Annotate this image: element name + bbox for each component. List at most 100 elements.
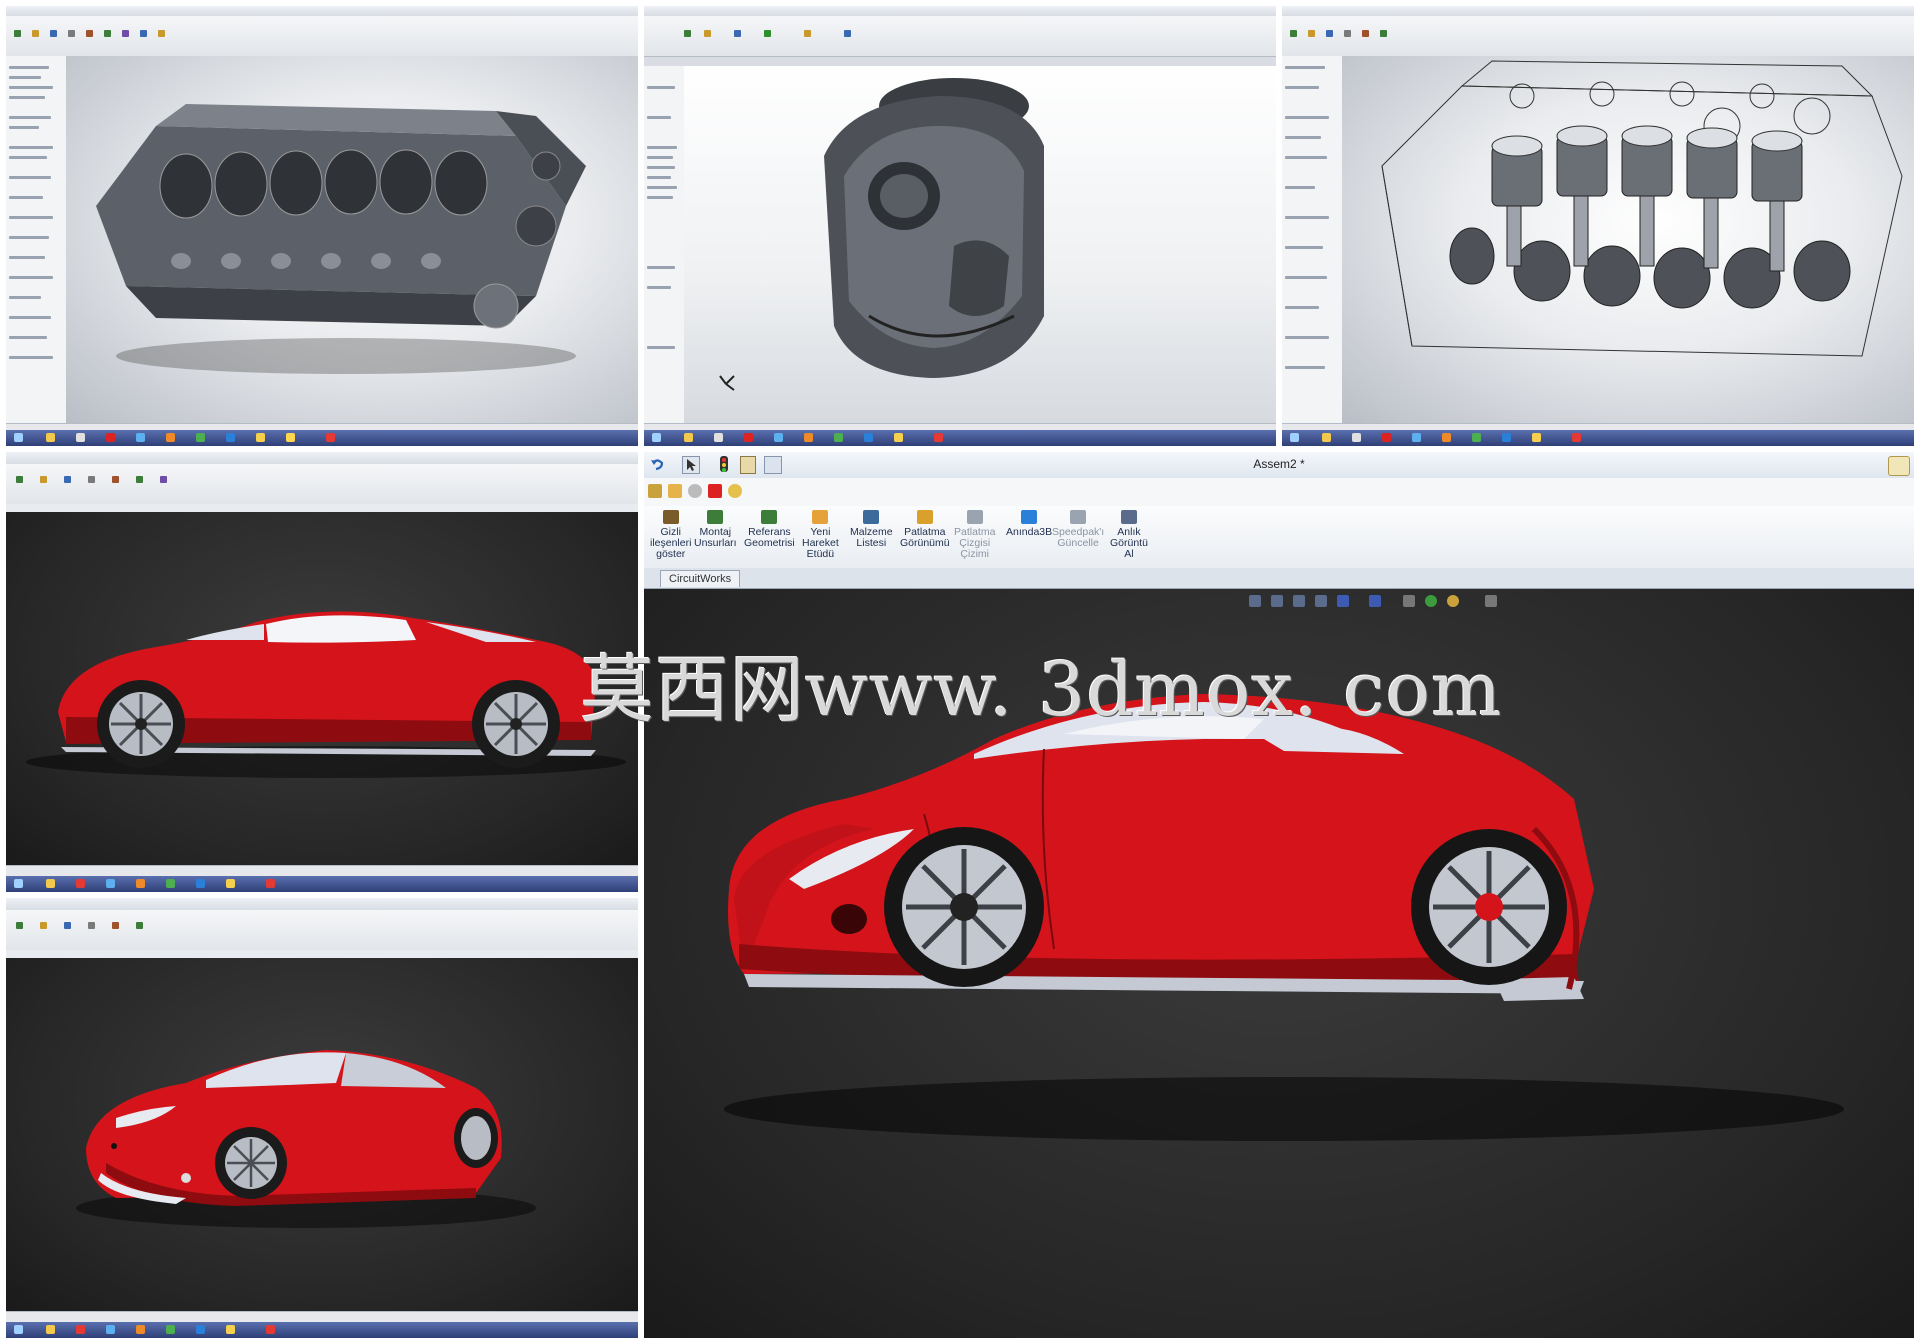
graphics-area[interactable]: [1342, 56, 1914, 424]
toolbar-icon[interactable]: [88, 922, 95, 929]
ribbon-button-9[interactable]: Anlık Görüntü Al: [1110, 510, 1148, 560]
app-icon[interactable]: [196, 879, 205, 888]
toolbar-icon[interactable]: [122, 30, 129, 37]
ribbon-button-3[interactable]: Yeni Hareket Etüdü: [802, 510, 839, 560]
toolbar-icon[interactable]: [16, 476, 23, 483]
ribbon-button-7[interactable]: Anında3B: [1006, 510, 1052, 538]
toolbar-icon[interactable]: [140, 30, 147, 37]
app-icon[interactable]: [256, 433, 265, 442]
app-icon[interactable]: [106, 433, 115, 442]
toolbar-icon[interactable]: [136, 476, 143, 483]
app-icon[interactable]: [196, 1325, 205, 1334]
app-icon[interactable]: [1322, 433, 1331, 442]
app-icon[interactable]: [1572, 433, 1581, 442]
app-icon[interactable]: [1472, 433, 1481, 442]
app-icon[interactable]: [894, 433, 903, 442]
graphics-area[interactable]: [66, 56, 638, 424]
app-icon[interactable]: [136, 1325, 145, 1334]
toolbar-icon[interactable]: [704, 30, 711, 37]
toolbar-icon[interactable]: [14, 30, 21, 37]
disabled-icon[interactable]: [688, 484, 702, 498]
app-icon[interactable]: [326, 433, 335, 442]
stop-icon[interactable]: [708, 484, 722, 498]
toolbar-icon[interactable]: [88, 476, 95, 483]
app-icon[interactable]: [774, 433, 783, 442]
toolbar-icon[interactable]: [158, 30, 165, 37]
toolbar-icon[interactable]: [16, 922, 23, 929]
toolbar-icon[interactable]: [804, 30, 811, 37]
toolbar-icon[interactable]: [112, 922, 119, 929]
app-icon[interactable]: [1412, 433, 1421, 442]
app-icon[interactable]: [166, 433, 175, 442]
start-icon[interactable]: [1290, 433, 1299, 442]
app-icon[interactable]: [1352, 433, 1361, 442]
app-icon[interactable]: [226, 433, 235, 442]
app-icon[interactable]: [46, 1325, 55, 1334]
toolbar-icon[interactable]: [1308, 30, 1315, 37]
app-icon[interactable]: [196, 433, 205, 442]
assembly-icon[interactable]: [648, 484, 662, 498]
app-icon[interactable]: [1382, 433, 1391, 442]
app-icon[interactable]: [76, 1325, 85, 1334]
app-icon[interactable]: [76, 433, 85, 442]
graphics-area[interactable]: [6, 958, 638, 1312]
insert-icon[interactable]: [668, 484, 682, 498]
tab-circuitworks[interactable]: CircuitWorks: [660, 570, 741, 587]
app-icon[interactable]: [266, 1325, 275, 1334]
app-icon[interactable]: [106, 1325, 115, 1334]
app-icon[interactable]: [1442, 433, 1451, 442]
ribbon-button-4[interactable]: Malzeme Listesi: [850, 510, 893, 549]
ribbon-button-1[interactable]: Montaj Unsurları: [694, 510, 737, 549]
toolbar-icon[interactable]: [40, 476, 47, 483]
toolbar-icon[interactable]: [764, 30, 771, 37]
smart-icon[interactable]: [728, 484, 742, 498]
app-icon[interactable]: [286, 433, 295, 442]
start-icon[interactable]: [14, 1325, 23, 1334]
app-icon[interactable]: [226, 1325, 235, 1334]
toolbar-icon[interactable]: [40, 922, 47, 929]
toolbar-icon[interactable]: [112, 476, 119, 483]
app-icon[interactable]: [1502, 433, 1511, 442]
help-icon[interactable]: [1888, 456, 1910, 476]
toolbar-icon[interactable]: [1290, 30, 1297, 37]
app-icon[interactable]: [76, 879, 85, 888]
app-icon[interactable]: [1532, 433, 1541, 442]
app-icon[interactable]: [266, 879, 275, 888]
toolbar-icon[interactable]: [160, 476, 167, 483]
app-icon[interactable]: [106, 879, 115, 888]
app-icon[interactable]: [136, 879, 145, 888]
toolbar-icon[interactable]: [136, 922, 143, 929]
toolbar-icon[interactable]: [684, 30, 691, 37]
graphics-area[interactable]: [6, 512, 638, 866]
start-icon[interactable]: [14, 433, 23, 442]
app-icon[interactable]: [166, 879, 175, 888]
app-icon[interactable]: [684, 433, 693, 442]
start-icon[interactable]: [652, 433, 661, 442]
toolbar-icon[interactable]: [1362, 30, 1369, 37]
ribbon-button-2[interactable]: Referans Geometrisi: [744, 510, 795, 549]
ribbon-button-8[interactable]: Speedpak'ı Güncelle: [1052, 510, 1104, 549]
app-icon[interactable]: [744, 433, 753, 442]
toolbar-icon[interactable]: [1380, 30, 1387, 37]
app-icon[interactable]: [226, 879, 235, 888]
toolbar-icon[interactable]: [1326, 30, 1333, 37]
app-icon[interactable]: [136, 433, 145, 442]
app-icon[interactable]: [46, 433, 55, 442]
ribbon-button-5[interactable]: Patlatma Görünümü: [900, 510, 950, 549]
toolbar-icon[interactable]: [68, 30, 75, 37]
ribbon-button-0[interactable]: Gizli ileşenleri göster: [650, 510, 691, 560]
feature-tree[interactable]: [6, 56, 67, 424]
app-icon[interactable]: [934, 433, 943, 442]
app-icon[interactable]: [46, 879, 55, 888]
toolbar-icon[interactable]: [844, 30, 851, 37]
toolbar-icon[interactable]: [64, 476, 71, 483]
graphics-area[interactable]: [684, 66, 1276, 424]
start-icon[interactable]: [14, 879, 23, 888]
app-icon[interactable]: [864, 433, 873, 442]
app-icon[interactable]: [804, 433, 813, 442]
ribbon-button-6[interactable]: Patlatma Çizgisi Çizimi: [954, 510, 995, 560]
app-icon[interactable]: [834, 433, 843, 442]
toolbar-icon[interactable]: [1344, 30, 1351, 37]
toolbar-icon[interactable]: [86, 30, 93, 37]
toolbar-icon[interactable]: [64, 922, 71, 929]
